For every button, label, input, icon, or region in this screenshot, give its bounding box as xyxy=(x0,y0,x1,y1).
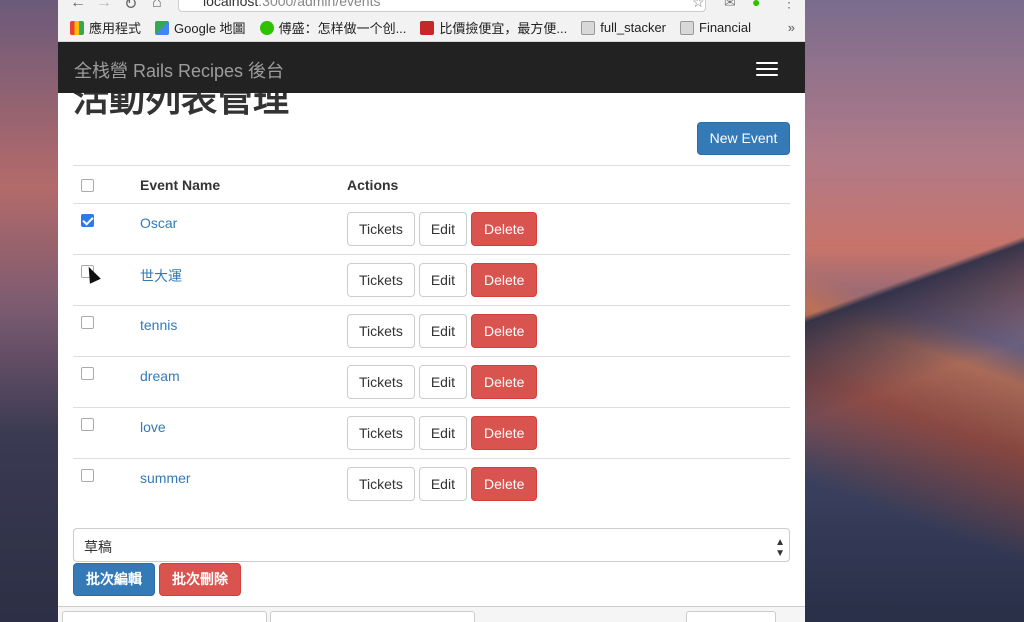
tickets-button[interactable]: Tickets xyxy=(347,212,415,246)
select-arrows-icon: ▲ ▼ xyxy=(775,537,785,559)
bookmark-article[interactable]: 傅盛：怎样做一个创... xyxy=(259,18,407,37)
bookmark-label: Google 地圖 xyxy=(174,21,246,36)
wechat-icon xyxy=(259,20,274,35)
edit-button[interactable]: Edit xyxy=(418,416,467,450)
url-host: localhost xyxy=(203,0,259,9)
event-name-link[interactable]: tennis xyxy=(140,317,177,333)
tickets-button[interactable]: Tickets xyxy=(347,314,415,348)
tickets-button[interactable]: Tickets xyxy=(347,365,415,399)
row-checkbox[interactable] xyxy=(81,418,94,431)
delete-button[interactable]: Delete xyxy=(470,314,538,348)
home-icon[interactable]: ⌂ xyxy=(152,0,162,12)
delete-button[interactable]: Delete xyxy=(470,416,538,450)
star-icon[interactable]: ☆ xyxy=(692,0,705,11)
top-navbar: 全栈營 Rails Recipes 後台 xyxy=(58,42,805,93)
bookmarks-bar: 應用程式 Google 地圖 傅盛：怎样做一个创... 比價撿便宜，最方便...… xyxy=(58,14,805,42)
event-name-link[interactable]: love xyxy=(140,419,166,435)
table-row: Oscar Tickets Edit Delete xyxy=(73,203,790,255)
mail-extension-icon[interactable]: ✉ xyxy=(724,0,736,11)
table-header-row: Event Name Actions xyxy=(73,165,790,204)
batch-edit-button[interactable]: 批次編輯 xyxy=(73,563,155,596)
page-content: 活動列表管理 New Event Event Name Actions Osca… xyxy=(58,42,805,622)
extension-icon[interactable]: ● xyxy=(752,0,760,10)
edit-button[interactable]: Edit xyxy=(418,467,467,501)
row-checkbox[interactable] xyxy=(81,469,94,482)
folder-icon xyxy=(581,20,596,35)
bookmark-label: 應用程式 xyxy=(89,21,142,36)
url-input[interactable]: localhost:3000/admin/events xyxy=(178,0,706,12)
url-path: :3000/admin/events xyxy=(258,0,381,9)
delete-button[interactable]: Delete xyxy=(470,263,538,297)
delete-button[interactable]: Delete xyxy=(470,467,538,501)
bookmark-price-compare[interactable]: 比價撿便宜，最方便... xyxy=(420,18,567,37)
event-name-link[interactable]: summer xyxy=(140,470,191,486)
edit-button[interactable]: Edit xyxy=(418,365,467,399)
edit-button[interactable]: Edit xyxy=(418,314,467,348)
select-all-checkbox[interactable] xyxy=(81,178,94,192)
bottom-field[interactable] xyxy=(62,611,267,622)
new-event-button[interactable]: New Event xyxy=(697,122,790,155)
bookmark-label: Financial xyxy=(699,20,752,35)
tickets-button[interactable]: Tickets xyxy=(347,263,415,297)
bookmark-full-stacker[interactable]: full_stacker xyxy=(581,20,666,35)
desktop-wallpaper-left xyxy=(0,0,58,622)
forward-arrow-icon[interactable]: → xyxy=(96,0,112,12)
tickets-button[interactable]: Tickets xyxy=(347,467,415,501)
tickets-button[interactable]: Tickets xyxy=(347,416,415,450)
apps-grid-icon xyxy=(70,20,84,35)
event-name-link[interactable]: 世大運 xyxy=(140,268,182,284)
status-select-value: 草稿 xyxy=(84,539,112,555)
address-bar: ← → ↻ ⌂ localhost:3000/admin/events ☆ ✉ … xyxy=(58,0,805,14)
event-name-link[interactable]: Oscar xyxy=(140,215,177,231)
menu-dots-icon[interactable]: ⋮ xyxy=(782,0,796,11)
hamburger-menu-icon[interactable] xyxy=(747,54,787,82)
bottom-field[interactable] xyxy=(270,611,475,622)
back-arrow-icon[interactable]: ← xyxy=(70,0,86,12)
folder-icon xyxy=(680,20,694,35)
desktop-wallpaper-right xyxy=(805,0,1024,622)
navbar-brand[interactable]: 全栈營 Rails Recipes 後台 xyxy=(74,57,284,83)
bookmarks-overflow-icon[interactable]: » xyxy=(788,20,795,35)
delete-button[interactable]: Delete xyxy=(470,212,538,246)
column-header-actions: Actions xyxy=(347,165,790,204)
table-row: summer Tickets Edit Delete xyxy=(73,458,790,510)
bookmark-apps[interactable]: 應用程式 xyxy=(70,18,141,37)
bookmark-label: 傅盛：怎样做一个创... xyxy=(278,21,407,36)
edit-button[interactable]: Edit xyxy=(418,212,467,246)
row-checkbox[interactable] xyxy=(81,367,94,380)
column-header-name: Event Name xyxy=(140,165,347,204)
batch-delete-button[interactable]: 批次刪除 xyxy=(159,563,241,596)
event-name-link[interactable]: dream xyxy=(140,368,180,384)
bookmark-label: full_stacker xyxy=(600,20,666,35)
row-checkbox[interactable] xyxy=(81,316,94,329)
table-row: love Tickets Edit Delete xyxy=(73,407,790,459)
delete-button[interactable]: Delete xyxy=(470,365,538,399)
bookmark-label: 比價撿便宜，最方便... xyxy=(439,21,568,36)
table-row: 世大運 Tickets Edit Delete xyxy=(73,254,790,306)
row-checkbox[interactable] xyxy=(81,214,94,227)
bookmark-google-maps[interactable]: Google 地圖 xyxy=(155,18,246,37)
events-table: Event Name Actions Oscar Tickets Edit Delet… xyxy=(73,165,790,510)
bottom-button[interactable] xyxy=(686,611,776,622)
bookmark-financial[interactable]: Financial xyxy=(680,20,751,35)
maps-icon xyxy=(155,20,170,35)
table-row: tennis Tickets Edit Delete xyxy=(73,305,790,357)
edit-button[interactable]: Edit xyxy=(418,263,467,297)
reload-icon[interactable]: ↻ xyxy=(124,0,137,14)
browser-window: ← → ↻ ⌂ localhost:3000/admin/events ☆ ✉ … xyxy=(58,0,805,622)
table-row: dream Tickets Edit Delete xyxy=(73,356,790,408)
app-icon xyxy=(420,20,435,35)
status-select[interactable]: 草稿 ▲ ▼ xyxy=(73,528,790,562)
bottom-toolbar xyxy=(58,606,805,622)
